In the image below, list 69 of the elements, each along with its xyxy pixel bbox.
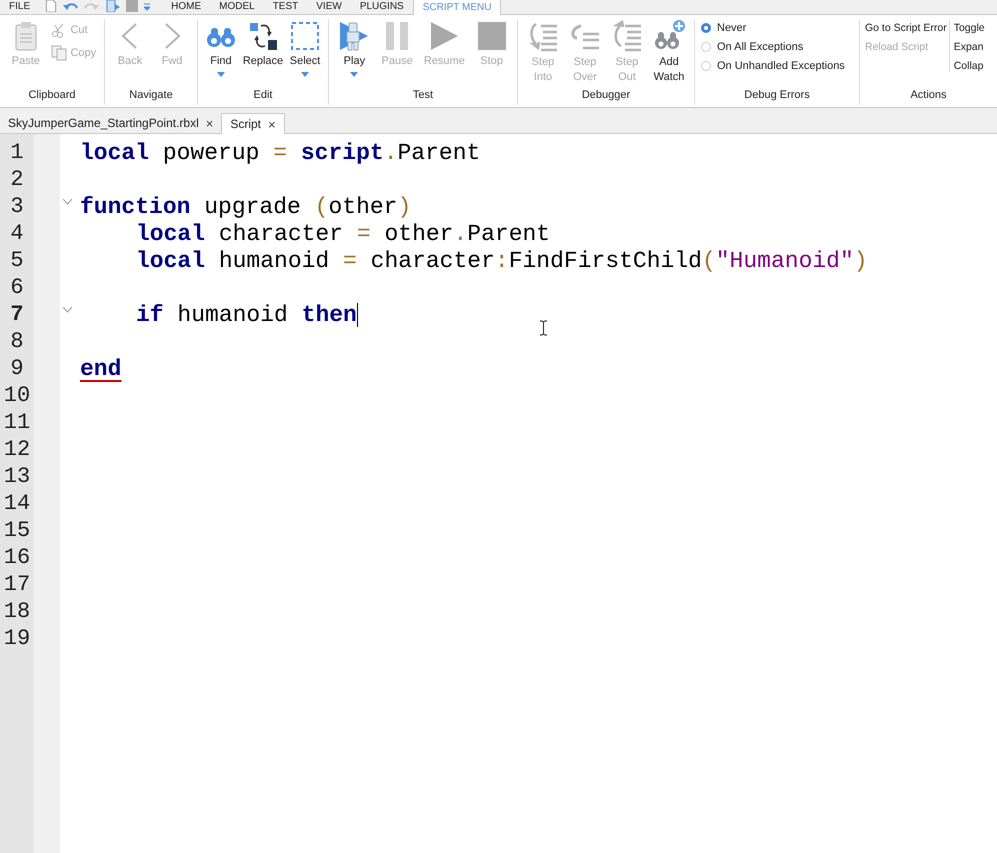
- code-line: local powerup = script.Parent: [80, 140, 480, 166]
- group-label: Clipboard: [27, 89, 77, 103]
- menu-tab[interactable]: FILE: [0, 0, 40, 14]
- line-number: 1: [9, 140, 25, 165]
- group-label: Debug Errors: [743, 89, 811, 103]
- radio-label: On All Exceptions: [717, 41, 804, 53]
- line-number: 9: [9, 356, 25, 381]
- radio-button[interactable]: [701, 23, 711, 33]
- group-label: Navigate: [128, 89, 174, 103]
- radio-button[interactable]: [701, 61, 711, 71]
- radio-option[interactable]: On All Exceptions: [701, 41, 845, 53]
- play-icon: [428, 20, 460, 52]
- menu-tab[interactable]: MODEL: [210, 0, 264, 14]
- group-label: Actions: [909, 89, 948, 103]
- document-icon: [45, 0, 58, 12]
- step-into-icon: [527, 20, 559, 52]
- line-number: 5: [9, 248, 25, 273]
- close-button[interactable]: ×: [206, 116, 214, 130]
- line-number: 14: [2, 491, 32, 516]
- dashed-square-icon: [289, 20, 322, 52]
- menu-tab[interactable]: HOME: [162, 0, 210, 14]
- ribbon-button[interactable]: Expan: [954, 41, 985, 53]
- line-number: 18: [2, 599, 32, 624]
- line-number: 3: [9, 194, 25, 219]
- stop-icon: [126, 0, 138, 12]
- step-out-icon: [611, 20, 643, 52]
- menu-tab[interactable]: PLUGINS: [350, 0, 413, 14]
- line-number: 19: [2, 626, 32, 651]
- line-number: 4: [9, 221, 25, 246]
- binoculars-plus-icon: [653, 20, 685, 52]
- line-number: 2: [9, 167, 25, 192]
- close-button[interactable]: ×: [268, 116, 276, 132]
- line-number: 15: [2, 518, 32, 543]
- ribbon-button[interactable]: Play: [336, 19, 372, 78]
- text-cursor-icon: [539, 320, 548, 336]
- line-number: 12: [2, 437, 32, 462]
- line-number: 16: [2, 545, 32, 570]
- radio-label: Never: [717, 22, 746, 34]
- menu-tab[interactable]: TEST: [264, 0, 308, 14]
- code-line: function upgrade (other): [80, 194, 412, 220]
- line-number: 11: [2, 410, 32, 435]
- ribbon-button[interactable]: Go to Script Error: [865, 22, 947, 34]
- line-number: 6: [9, 275, 25, 300]
- line-number: 7: [9, 302, 25, 327]
- group-label: Test: [412, 89, 434, 103]
- line-number: 8: [9, 329, 25, 354]
- document-tab[interactable]: Script ×: [222, 113, 285, 134]
- group-label: Debugger: [580, 89, 632, 103]
- ribbon-button[interactable]: Find: [202, 19, 239, 78]
- code-line: end: [80, 356, 122, 382]
- play-figure-icon: [105, 0, 120, 12]
- line-number: 17: [2, 572, 32, 597]
- ribbon-button[interactable]: Toggle: [954, 22, 985, 34]
- play-figure-icon: [338, 20, 370, 52]
- menu-tab[interactable]: VIEW: [307, 0, 351, 14]
- ribbon-button[interactable]: Select: [287, 19, 324, 78]
- radio-option[interactable]: Never: [701, 22, 845, 34]
- ribbon-button[interactable]: Replace: [240, 19, 286, 68]
- code-line: local character = other.Parent: [135, 220, 550, 246]
- group-label: Edit: [252, 89, 274, 103]
- radio-button[interactable]: [701, 42, 711, 52]
- copy-icon: [51, 45, 68, 61]
- line-number: 10: [2, 383, 32, 408]
- ribbon-button[interactable]: Add Watch: [649, 19, 689, 86]
- code-line: local humanoid = character:FindFirstChild("Humanoid"): [135, 248, 868, 274]
- ribbon-button[interactable]: Collap: [954, 60, 985, 72]
- stop-icon: [476, 20, 508, 52]
- line-number: 13: [2, 464, 32, 489]
- code-line: if humanoid then: [135, 302, 358, 328]
